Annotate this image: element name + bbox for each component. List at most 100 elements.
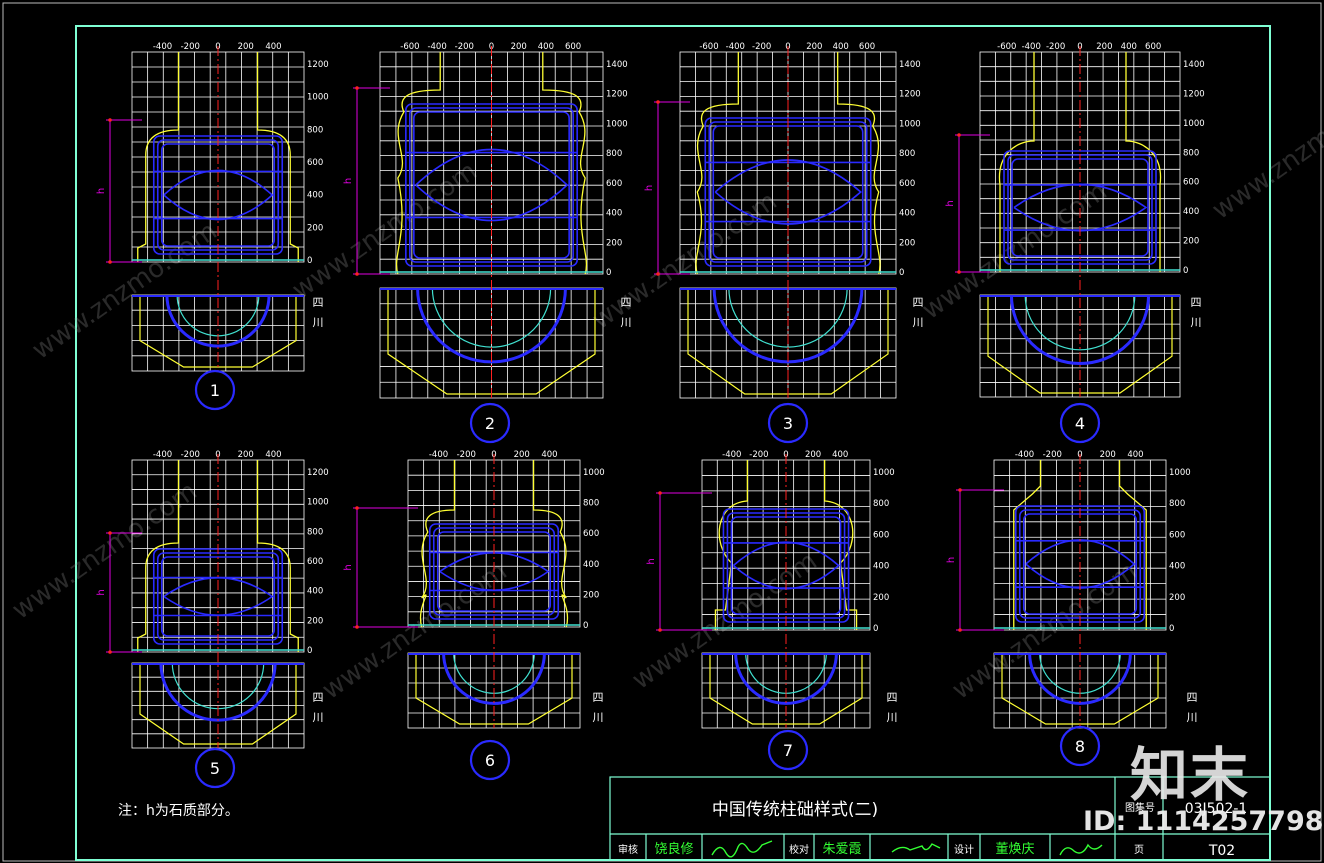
- y-tick-label: 1200: [606, 90, 628, 100]
- check-name: 朱爱霞: [822, 842, 861, 857]
- y-tick-label: 0: [583, 621, 588, 631]
- x-tick-label: -400: [429, 450, 448, 460]
- x-tick-label: -600: [699, 42, 718, 52]
- x-tick-label: -400: [153, 450, 172, 460]
- y-tick-label: 1200: [899, 90, 921, 100]
- region-char: 四: [313, 691, 324, 704]
- y-tick-label: 400: [307, 587, 323, 597]
- h-dimension-label: h: [343, 564, 354, 570]
- y-tick-label: 1000: [899, 119, 921, 129]
- y-tick-label: 200: [873, 593, 889, 603]
- h-dimension-label: h: [644, 185, 655, 191]
- watermark-id: ID: 1114257798: [1083, 806, 1324, 837]
- cad-drawing: www.znzmo.com www.znzmo.com www.znzmo.com w…: [0, 0, 1324, 863]
- y-tick-label: 200: [1183, 237, 1199, 247]
- region-char: 川: [913, 316, 924, 329]
- y-tick-label: 600: [1183, 178, 1199, 188]
- dimension-tick: [656, 272, 660, 276]
- x-tick-label: -200: [455, 42, 474, 52]
- y-tick-label: 800: [606, 149, 622, 159]
- y-tick-label: 800: [307, 527, 323, 537]
- y-tick-label: 0: [307, 256, 312, 266]
- x-tick-label: 400: [265, 450, 281, 460]
- x-tick-label: -400: [427, 42, 446, 52]
- x-tick-label: 400: [832, 450, 848, 460]
- y-tick-label: 800: [307, 125, 323, 135]
- h-dimension-label: h: [946, 557, 957, 563]
- region-char: 川: [1187, 711, 1198, 724]
- y-tick-label: 1000: [873, 468, 895, 478]
- y-tick-label: 1200: [1183, 89, 1205, 99]
- region-char: 四: [887, 691, 898, 704]
- dimension-tick: [108, 650, 112, 654]
- y-tick-label: 200: [307, 223, 323, 233]
- review-name: 饶良修: [654, 841, 693, 857]
- y-tick-label: 1000: [606, 119, 628, 129]
- x-tick-label: 400: [265, 42, 281, 52]
- y-tick-label: 400: [307, 191, 323, 201]
- y-tick-label: 800: [1169, 499, 1185, 509]
- y-tick-label: 600: [583, 529, 599, 539]
- x-tick-label: 200: [1100, 450, 1116, 460]
- x-tick-label: 600: [1145, 42, 1161, 52]
- region-char: 四: [621, 296, 632, 309]
- y-tick-label: 400: [1183, 207, 1199, 217]
- region-char: 川: [313, 316, 324, 329]
- review-label: 审核: [618, 843, 638, 856]
- note-text: 注：h为石质部分。: [118, 803, 239, 819]
- design-label: 设计: [954, 843, 974, 856]
- region-char: 四: [593, 691, 604, 704]
- y-tick-label: 1000: [1169, 468, 1191, 478]
- detail-number: 4: [1075, 414, 1085, 433]
- region-char: 四: [1187, 691, 1198, 704]
- y-tick-label: 200: [583, 590, 599, 600]
- x-tick-label: -200: [1043, 450, 1062, 460]
- x-tick-label: 400: [541, 450, 557, 460]
- y-tick-label: 0: [606, 268, 611, 278]
- h-dimension-label: h: [96, 188, 107, 194]
- dimension-tick: [658, 491, 662, 495]
- detail-number: 5: [210, 759, 220, 778]
- dimension-tick: [108, 118, 112, 122]
- x-tick-label: -200: [181, 450, 200, 460]
- watermark-logo: 知末: [1130, 741, 1251, 809]
- y-tick-label: 600: [1169, 530, 1185, 540]
- y-tick-label: 800: [873, 499, 889, 509]
- x-tick-label: -400: [153, 42, 172, 52]
- x-tick-label: -200: [457, 450, 476, 460]
- design-name: 董焕庆: [995, 842, 1034, 857]
- y-tick-label: 400: [899, 209, 915, 219]
- x-tick-label: -200: [749, 450, 768, 460]
- x-tick-label: -400: [1022, 42, 1041, 52]
- y-tick-label: 400: [583, 560, 599, 570]
- detail-number: 7: [783, 741, 793, 760]
- x-tick-label: -600: [400, 42, 419, 52]
- page-value: T02: [1208, 843, 1235, 859]
- region-char: 川: [313, 711, 324, 724]
- x-tick-label: -600: [997, 42, 1016, 52]
- y-tick-label: 600: [899, 179, 915, 189]
- detail-number: 8: [1075, 737, 1085, 756]
- y-tick-label: 200: [606, 238, 622, 248]
- y-tick-label: 1400: [606, 60, 628, 70]
- dimension-tick: [957, 270, 961, 274]
- dimension-tick: [355, 86, 359, 90]
- x-tick-label: 200: [1096, 42, 1112, 52]
- y-tick-label: 600: [873, 530, 889, 540]
- page-label: 页: [1134, 844, 1144, 856]
- y-tick-label: 1000: [1183, 119, 1205, 129]
- y-tick-label: 200: [307, 616, 323, 626]
- dimension-tick: [355, 506, 359, 510]
- x-tick-label: -400: [726, 42, 745, 52]
- y-tick-label: 400: [1169, 562, 1185, 572]
- region-char: 川: [1191, 316, 1202, 329]
- x-tick-label: -400: [722, 450, 741, 460]
- detail-number: 2: [485, 414, 495, 433]
- x-tick-label: 200: [238, 450, 254, 460]
- region-char: 四: [913, 296, 924, 309]
- region-char: 川: [887, 711, 898, 724]
- dimension-tick: [958, 488, 962, 492]
- check-label: 校对: [789, 843, 809, 856]
- dimension-tick: [957, 133, 961, 137]
- y-tick-label: 1200: [307, 468, 329, 478]
